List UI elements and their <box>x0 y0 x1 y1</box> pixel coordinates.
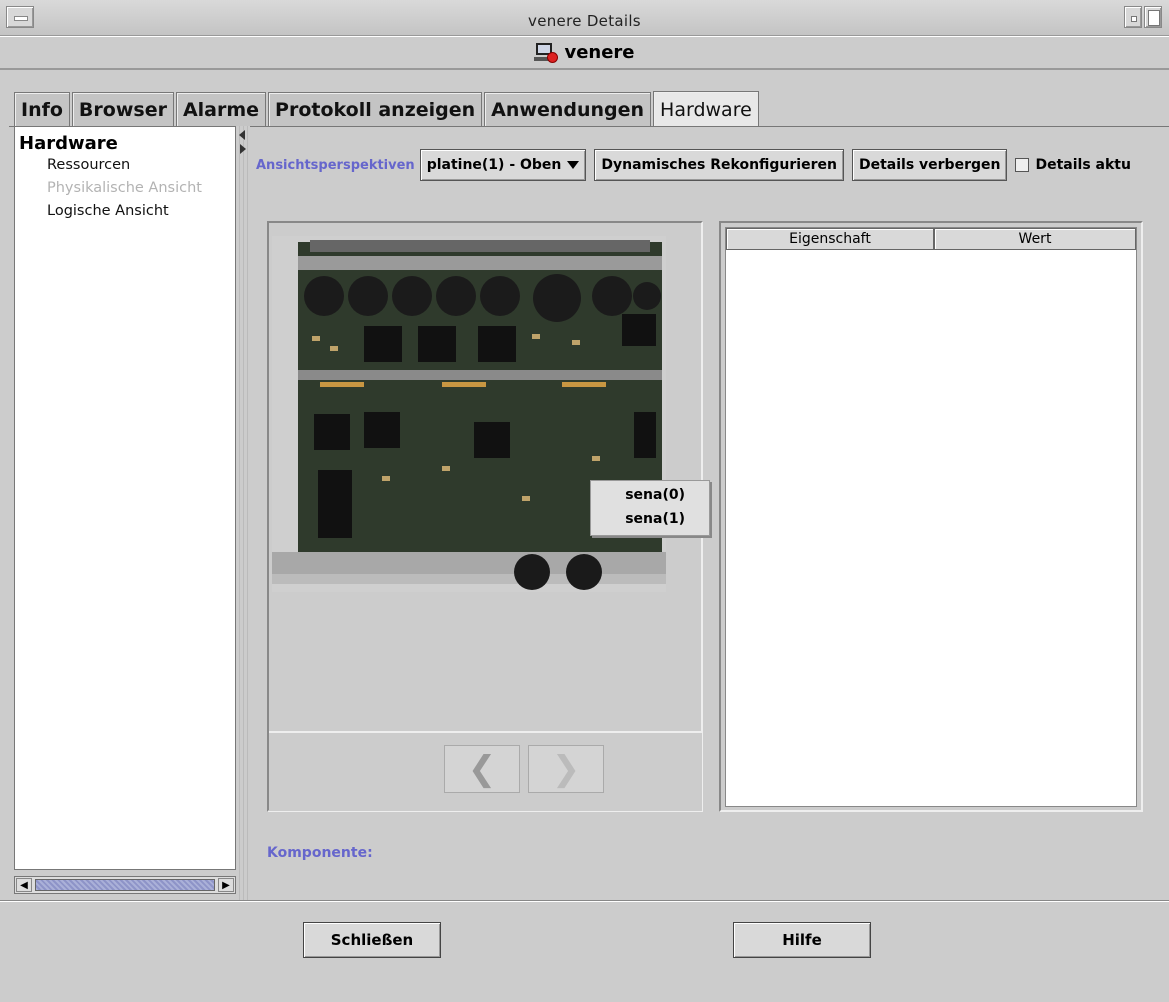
perspective-dropdown[interactable]: platine(1) - Oben <box>419 149 587 181</box>
tree-item-physikalische-ansicht: Physikalische Ansicht <box>47 180 202 196</box>
maximize-button[interactable] <box>1144 6 1162 28</box>
scroll-right-icon[interactable]: ▶ <box>218 878 234 892</box>
hide-details-button[interactable]: Details verbergen <box>851 149 1008 181</box>
host-header: venere <box>0 36 1169 70</box>
collapse-left-icon[interactable] <box>239 130 245 140</box>
tree-horizontal-scrollbar[interactable]: ◀ ▶ <box>14 876 236 894</box>
tab-browser[interactable]: Browser <box>71 92 174 126</box>
tab-hardware[interactable]: Hardware <box>653 91 759 127</box>
host-alert-icon <box>534 42 559 64</box>
tree-root-hardware[interactable]: Hardware <box>19 133 118 154</box>
properties-table: Eigenschaft Wert <box>725 227 1137 807</box>
properties-panel: Eigenschaft Wert <box>719 221 1143 812</box>
chevron-right-icon: ❯ <box>551 749 581 789</box>
dynamic-reconfigure-button[interactable]: Dynamisches Rekonfigurieren <box>594 149 844 181</box>
window-title: venere Details <box>528 12 641 30</box>
update-details-label: Details aktu <box>1035 157 1131 173</box>
circuit-board-image[interactable] <box>272 236 666 592</box>
perspective-value: platine(1) - Oben <box>426 157 562 173</box>
column-header-eigenschaft[interactable]: Eigenschaft <box>726 228 934 250</box>
previous-view-button[interactable]: ❮ <box>444 745 520 793</box>
hardware-toolbar: Ansichtsperspektiven platine(1) - Oben D… <box>256 148 1131 182</box>
properties-table-header: Eigenschaft Wert <box>726 228 1136 250</box>
popup-item-sena-0[interactable]: sena(0) <box>625 487 685 503</box>
collapse-right-icon[interactable] <box>240 144 246 154</box>
column-header-wert[interactable]: Wert <box>934 228 1136 250</box>
popup-item-sena-1[interactable]: sena(1) <box>625 511 685 527</box>
component-popup-menu: sena(0) sena(1) <box>590 480 710 536</box>
checkbox-icon[interactable] <box>1015 158 1030 172</box>
chevron-down-icon <box>567 161 580 169</box>
footer-divider <box>0 900 1169 902</box>
tree-item-ressourcen[interactable]: Ressourcen <box>47 157 130 173</box>
tab-info[interactable]: Info <box>14 92 70 126</box>
update-details-checkbox[interactable]: Details aktu <box>1015 157 1131 173</box>
close-button[interactable]: Schließen <box>303 922 441 958</box>
tab-alarme[interactable]: Alarme <box>175 92 267 126</box>
title-bar: venere Details <box>0 0 1169 36</box>
chevron-left-icon: ❮ <box>467 749 497 789</box>
tab-bar: Info Browser Alarme Protokoll anzeigen A… <box>14 90 761 127</box>
scroll-left-icon[interactable]: ◀ <box>16 878 32 892</box>
scroll-thumb[interactable] <box>35 879 215 891</box>
tab-anwendungen[interactable]: Anwendungen <box>484 92 652 126</box>
split-pane-divider[interactable] <box>236 126 250 900</box>
minimize-button[interactable] <box>1124 6 1142 28</box>
component-label: Komponente: <box>267 845 373 861</box>
host-name: venere <box>564 42 635 63</box>
next-view-button[interactable]: ❯ <box>528 745 604 793</box>
perspective-label: Ansichtsperspektiven <box>256 157 415 173</box>
hardware-tree: Hardware Ressourcen Physikalische Ansich… <box>14 126 236 870</box>
help-button[interactable]: Hilfe <box>733 922 871 958</box>
tab-protokoll-anzeigen[interactable]: Protokoll anzeigen <box>268 92 483 126</box>
tree-item-logische-ansicht[interactable]: Logische Ansicht <box>47 203 169 219</box>
